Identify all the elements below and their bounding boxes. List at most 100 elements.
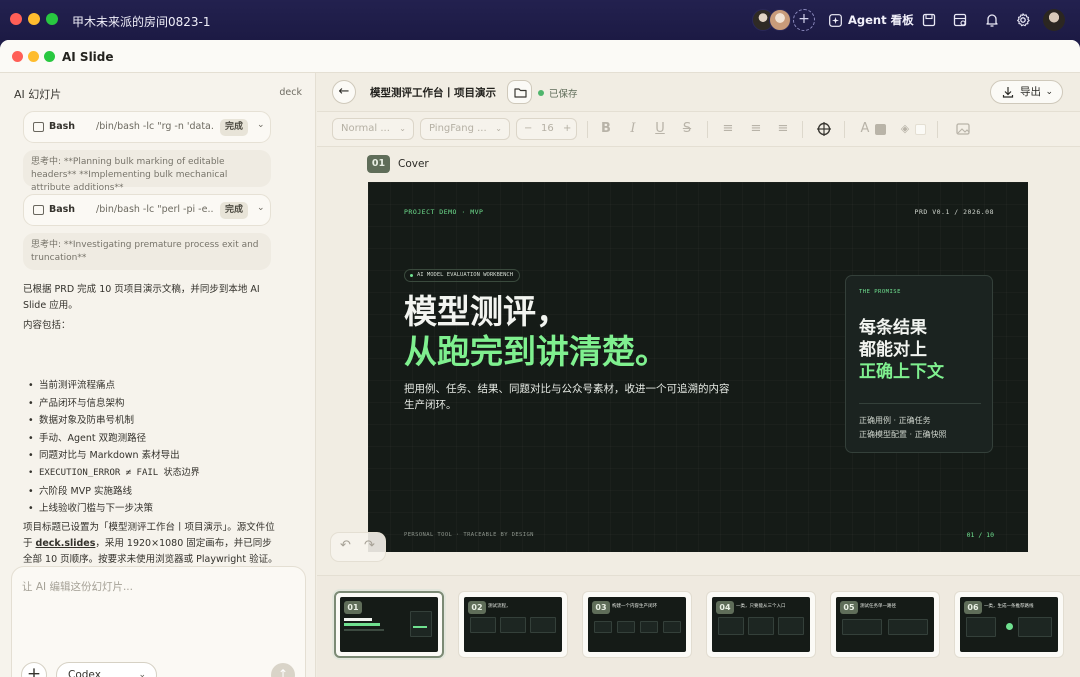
font-size-increase[interactable]: + (563, 119, 571, 139)
close-app-button[interactable] (12, 51, 23, 62)
export-label: 导出 (1020, 86, 1041, 98)
minimize-window-button[interactable] (28, 13, 40, 25)
chevron-down-icon: ⌄ (399, 124, 406, 133)
slide-headline-1[interactable]: 模型测评， (404, 291, 569, 333)
font-family-select[interactable]: PingFang ... ⌄ (420, 118, 510, 140)
assistant-summary: 已根据 PRD 完成 10 页项目演示文稿，并同步到本地 AI Slide 应用… (23, 284, 260, 311)
document-title[interactable]: 模型测评工作台丨项目演示 (370, 85, 496, 100)
layout-settings-icon[interactable] (952, 12, 968, 28)
list-item: 手动、Agent 双跑测路径 (28, 430, 278, 448)
chat-panel-tag: deck (279, 87, 302, 98)
chat-input-placeholder[interactable]: 让 AI 编辑这份幻灯片... (22, 579, 133, 594)
slide-number-tag: 01 (367, 155, 390, 173)
promise-card[interactable]: THE PROMISE 每条结果 都能对上 正确上下文 正确用例 · 正确任务 … (845, 275, 993, 453)
align-left-icon[interactable]: ≡ (720, 121, 736, 137)
font-size-stepper[interactable]: − 16 + (516, 118, 577, 140)
add-member-button[interactable]: + (793, 9, 815, 31)
agent-board-button[interactable]: Agent 看板 (829, 12, 914, 28)
status-badge: 完成 (220, 202, 249, 219)
back-button[interactable]: ← (332, 80, 356, 104)
strikethrough-icon[interactable]: S (679, 121, 695, 137)
list-item: 上线验收门槛与下一步决策 (28, 500, 278, 518)
paragraph-style-select[interactable]: Normal ... ⌄ (332, 118, 414, 140)
fill-color-icon[interactable]: ◈ (897, 121, 913, 137)
tool-call-card[interactable]: Bash /bin/bash -lc "perl -pi -e... 完成 ⌄ (23, 194, 271, 226)
slide-name[interactable]: Cover (398, 158, 429, 170)
attach-button[interactable]: + (21, 662, 47, 677)
send-button[interactable]: ↑ (271, 663, 295, 677)
promise-line: 都能对上 (859, 340, 927, 360)
chevron-down-icon[interactable]: ⌄ (257, 120, 265, 130)
slide-body[interactable]: 把用例、任务、结果、同题对比与公众号素材，收进一个可追溯的内容生产闭环。 (404, 381, 732, 413)
redo-icon[interactable]: ↷ (364, 538, 375, 553)
model-select-value: Codex (68, 669, 101, 677)
promise-line-highlight: 正确上下文 (859, 362, 944, 382)
avatar[interactable] (769, 9, 791, 31)
zoom-window-button[interactable] (46, 13, 58, 25)
tool-call-card[interactable]: Bash /bin/bash -lc "rg -n 'data... 完成 ⌄ (23, 111, 271, 143)
slide-thumbnail[interactable]: 02 测试流程， (458, 591, 568, 658)
close-window-button[interactable] (10, 13, 22, 25)
save-disk-icon[interactable] (921, 12, 937, 28)
fill-color-swatch[interactable] (915, 124, 926, 135)
thumbnail-number: 04 (716, 601, 734, 614)
slide-pill[interactable]: AI MODEL EVALUATION WORKBENCH (404, 269, 521, 282)
status-badge: 完成 (220, 119, 249, 136)
export-button[interactable]: 导出 ⌄ (990, 80, 1063, 104)
thumbnail-preview: 04 一类，只要能从三个入口 (712, 597, 810, 652)
undo-icon[interactable]: ↶ (340, 538, 351, 553)
italic-icon[interactable]: I (625, 121, 641, 137)
app-window: AI Slide AI 幻灯片 deck Bash /bin/bash -lc … (0, 40, 1080, 677)
font-size-decrease[interactable]: − (524, 119, 532, 139)
image-icon[interactable] (955, 121, 971, 137)
target-icon[interactable] (816, 121, 832, 137)
chevron-down-icon: ⌄ (1045, 87, 1053, 97)
slide-thumbnail[interactable]: 01 (334, 591, 444, 658)
app-title: AI Slide (62, 50, 114, 64)
source-file-link[interactable]: deck.slides (36, 538, 96, 549)
divider (859, 403, 981, 404)
list-item: 同题对比与 Markdown 素材导出 (28, 447, 278, 465)
folder-button[interactable] (507, 80, 532, 104)
slide-footer[interactable]: PERSONAL TOOL · TRACEABLE BY DESIGN (404, 532, 534, 538)
divider (707, 121, 708, 138)
tool-command: /bin/bash -lc "perl -pi -e... (96, 204, 214, 215)
slide-headline-2[interactable]: 从跑完到讲清楚。 (404, 331, 668, 373)
slide-version[interactable]: PRD V0.1 / 2026.08 (915, 208, 994, 216)
slide-thumbnail[interactable]: 03 构建一个内容生产闭环 (582, 591, 692, 658)
list-item: 六阶段 MVP 实施路线 (28, 483, 278, 501)
slide-thumbnail[interactable]: 06 一类，生成一条推荐路线 (954, 591, 1064, 658)
chat-panel: AI 幻灯片 deck Bash /bin/bash -lc "rg -n 'd… (0, 73, 316, 677)
chat-panel-title: AI 幻灯片 (14, 88, 62, 101)
text-color-icon[interactable]: A (857, 121, 873, 137)
contents-label: 内容包括： (23, 320, 71, 331)
slide-thumbnail[interactable]: 05 测试任务单一路径 (830, 591, 940, 658)
minimize-app-button[interactable] (28, 51, 39, 62)
divider (844, 121, 845, 138)
zoom-app-button[interactable] (44, 51, 55, 62)
slide-thumbnail[interactable]: 04 一类，只要能从三个入口 (706, 591, 816, 658)
chevron-down-icon[interactable]: ⌄ (257, 203, 265, 213)
thumbnail-title: 一类，只要能从三个入口 (736, 604, 786, 609)
bold-icon[interactable]: B (598, 121, 614, 137)
chevron-down-icon: ⌄ (495, 124, 502, 133)
underline-icon[interactable]: U (652, 121, 668, 137)
bell-icon[interactable] (984, 12, 1000, 28)
slide-kicker[interactable]: PROJECT DEMO · MVP (404, 208, 483, 216)
chevron-down-icon: ⌄ (138, 670, 146, 677)
thumbnail-title: 构建一个内容生产闭环 (612, 604, 657, 609)
font-size-value[interactable]: 16 (541, 119, 554, 139)
text-color-swatch[interactable] (875, 124, 886, 135)
promise-kicker: THE PROMISE (859, 289, 901, 295)
gear-icon[interactable] (1015, 12, 1031, 28)
model-select[interactable]: Codex ⌄ (56, 662, 157, 677)
slide-canvas[interactable]: PROJECT DEMO · MVP PRD V0.1 / 2026.08 AI… (368, 182, 1028, 552)
slide-thumbnail-strip: 01 02 测试流程， 03 构建一个内容生产闭环 04 一类，只要能从三个入口… (317, 575, 1080, 677)
user-avatar[interactable] (1043, 9, 1065, 31)
slide-page-indicator[interactable]: 01 / 10 (967, 531, 994, 539)
chat-input-box[interactable]: 让 AI 编辑这份幻灯片... + Codex ⌄ ↑ (11, 566, 306, 677)
align-center-icon[interactable]: ≡ (748, 121, 764, 137)
align-right-icon[interactable]: ≡ (775, 121, 791, 137)
thumbnail-number: 05 (840, 601, 858, 614)
divider (937, 121, 938, 138)
